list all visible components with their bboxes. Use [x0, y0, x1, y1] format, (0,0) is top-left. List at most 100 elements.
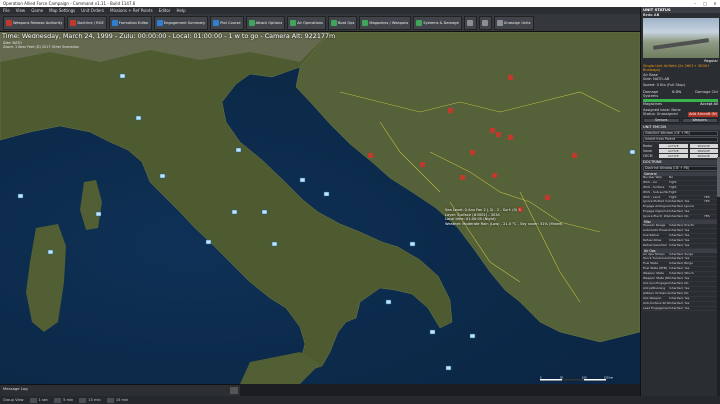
doctrine-value[interactable]: Inherited, Ignore [669, 205, 704, 209]
doctrine-value[interactable]: Tight [669, 181, 704, 185]
emcon-passive-button[interactable]: PASSIVE [689, 153, 718, 158]
emcon-passive-button[interactable]: PASSIVE [689, 148, 718, 153]
toolbar-button[interactable] [478, 15, 492, 30]
doctrine-setting: WCS - Sub-surface [643, 190, 669, 194]
toolbar-button[interactable]: Engagement Summary [153, 15, 209, 30]
play-icon [106, 397, 114, 403]
doctrine-value[interactable]: Inherited, Yes [669, 200, 704, 204]
doctrine-value[interactable]: Inherited, Yes [669, 267, 704, 271]
time-step-1[interactable]: 1 sec [29, 397, 48, 403]
doctrine-row[interactable]: Lead Engagement Inherited, Yes [643, 307, 718, 312]
toolbar-button[interactable]: Plot Course [210, 15, 244, 30]
doctrine-value[interactable]: Inherited, Yes [669, 307, 704, 311]
doctrine-value[interactable]: Inherited, Surge [669, 253, 704, 257]
doctrine-value[interactable]: Inherited, Yes [669, 277, 704, 281]
time-step-3[interactable]: 15 min [79, 397, 101, 403]
menu-help[interactable]: Help [177, 8, 186, 13]
emcon-active-button[interactable]: ACTIVE [659, 153, 688, 158]
weapons-button[interactable]: Weapons [681, 117, 718, 123]
toolbar-button[interactable] [463, 15, 477, 30]
toolbar-button[interactable]: Formation Editor [108, 15, 152, 30]
doctrine-value[interactable]: Inherited, No [669, 282, 704, 286]
time-step-label: 15 min [88, 398, 101, 402]
doctrine-window-dropdown[interactable]: Doctrine Window (OE + PB) [643, 165, 718, 171]
toolbar-button[interactable]: Air Operations [287, 15, 326, 30]
toolbar-button[interactable]: Attack Options [245, 15, 286, 30]
doctrine-setting: Nuclear Wpn [643, 175, 663, 179]
doctrine-setting: Engage Opportunity [643, 210, 669, 214]
add-aircraft-button[interactable]: Add Aircraft (N) [688, 112, 718, 117]
emcon-inherit-dropdown[interactable]: Inherit from Parent [643, 136, 718, 142]
time-step-2[interactable]: 5 min [54, 397, 73, 403]
menu-view[interactable]: View [16, 8, 26, 13]
close-button[interactable]: ✕ [710, 0, 720, 7]
doctrine-setting: WCS - Surface [643, 185, 665, 189]
doctrine-value[interactable]: Inherited, Yes [669, 287, 704, 291]
maximize-button[interactable]: □ [700, 0, 710, 7]
sardinia [26, 224, 66, 332]
menu-map-settings[interactable]: Map Settings [49, 8, 75, 13]
emcon-passive-button[interactable]: PASSIVE [689, 143, 718, 148]
doctrine-value[interactable]: Inherited, Practic [669, 224, 704, 228]
map-scale-bar: 0 50 100 150 km [540, 377, 614, 381]
doctrine-value[interactable]: Inherited, Bingo [669, 262, 704, 266]
toolbar-icon [290, 19, 297, 26]
doctrine-override: YES [704, 200, 710, 204]
doctrine-value[interactable]: Inherited, No [669, 215, 704, 219]
doctrine-value[interactable]: Inherited, Yes [669, 257, 704, 261]
menu-editor[interactable]: Editor [159, 8, 171, 13]
toolbar-icon [330, 19, 337, 26]
doctrine-value[interactable]: Inherited, Yes [669, 297, 704, 301]
doctrine-value[interactable]: No [669, 176, 704, 180]
damage-control[interactable]: Damage Ctrl [695, 90, 718, 94]
menu-missions[interactable]: Missions + Ref Points [110, 8, 153, 13]
minimize-button[interactable]: – [690, 0, 700, 7]
doctrine-value[interactable]: Inherited, No [669, 292, 704, 296]
doctrine-value[interactable]: Inherited, Yes [669, 302, 704, 306]
message-log-title: Message Log [3, 386, 28, 391]
unit-ident: Side: NATO-AB [643, 77, 670, 82]
menu-game[interactable]: Game [31, 8, 43, 13]
doctrine-value[interactable]: Tight [669, 196, 704, 200]
unit-class[interactable]: Single-Unit Airfield (2x 2601+ 3000+ Run… [643, 64, 718, 73]
toolbar-button-label: Boat Ops [337, 20, 355, 25]
toolbar-button[interactable]: Magazines / Weapons [359, 15, 412, 30]
toolbar-button[interactable]: Weapons Release Authority [3, 15, 66, 30]
toolbar-button[interactable]: Boat Ops [327, 15, 358, 30]
doctrine-header: DOCTRINE [641, 159, 720, 165]
doctrine-value[interactable]: Inherited, Yes [669, 229, 704, 233]
scale-label: 150 km [604, 377, 614, 380]
doctrine-override [704, 282, 718, 286]
doctrine-setting: Engage Ambiguous [643, 205, 669, 209]
toolbar-button[interactable]: Doctrine / ROE [67, 15, 107, 30]
doctrine-value[interactable]: Inherited, Yes [669, 244, 704, 248]
magazines-value[interactable]: Accept All [700, 102, 718, 106]
doctrine-value[interactable]: Tight [669, 186, 704, 190]
message-log-expand-icon[interactable] [230, 387, 238, 394]
doctrine-setting: Fuel State [643, 262, 659, 266]
unit-name-row: Brdo AB [641, 13, 720, 17]
toolbar-button[interactable]: Systems & Damage [413, 15, 462, 30]
doctrine-value[interactable]: Inherited, Winch [669, 272, 704, 276]
toolbar-icon [6, 19, 12, 26]
window-title: Operation Allied Force Campaign - Comman… [3, 1, 136, 6]
message-log[interactable]: Message Log [0, 384, 240, 396]
doctrine-setting: A/G Jettisoning [643, 286, 666, 290]
emcon-window-dropdown[interactable]: Side/Unit Window (OE + PB) [643, 130, 718, 136]
doctrine-value[interactable]: Inherited, Yes [669, 234, 704, 238]
doctrine-value[interactable]: Tight [669, 191, 704, 195]
emcon-active-button[interactable]: ACTIVE [659, 143, 688, 148]
doctrine-override [704, 253, 718, 257]
doctrine-setting: Weapon State [643, 272, 665, 276]
emcon-active-button[interactable]: ACTIVE [659, 148, 688, 153]
menu-unit-orders[interactable]: Unit Orders [81, 8, 104, 13]
time-step-4[interactable]: 15 min [106, 397, 128, 403]
toolbar-button-label: Air Operations [297, 20, 323, 25]
menu-file[interactable]: File [3, 8, 10, 13]
doctrine-setting: Refuel Allies [643, 238, 662, 242]
doctrine-override [704, 224, 718, 228]
toolbar-button[interactable]: Unassign Units [493, 15, 534, 30]
doctrine-value[interactable]: Inherited, Yes [669, 239, 704, 243]
doctrine-value[interactable]: Inherited, Yes [669, 210, 704, 214]
sensors-button[interactable]: Sensors [643, 117, 680, 123]
